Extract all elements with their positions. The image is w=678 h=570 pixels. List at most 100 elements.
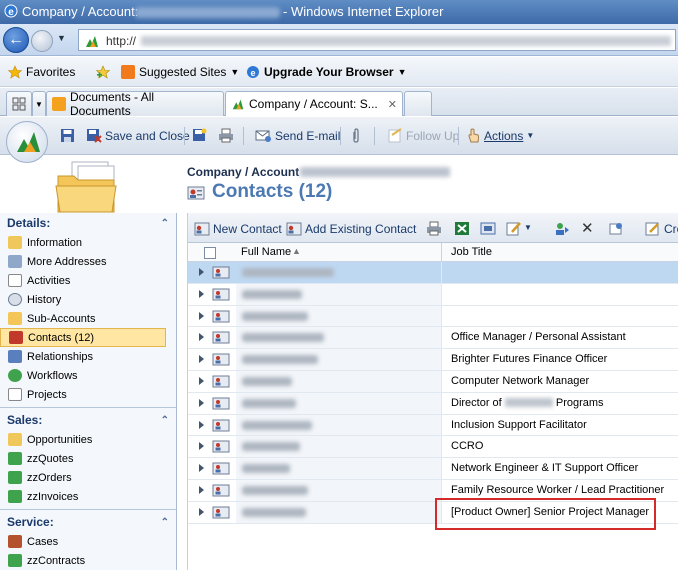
contacts-icon xyxy=(9,331,23,344)
actions-menu[interactable]: Actions ▼ xyxy=(466,128,534,143)
sales-section-header[interactable]: Sales: ⌃ xyxy=(0,410,176,430)
dynamics-crm-icon xyxy=(86,36,98,47)
suggested-sites-icon xyxy=(121,65,135,79)
table-row[interactable] xyxy=(188,283,678,306)
tab-documents[interactable]: Documents - All Documents xyxy=(46,90,224,118)
redacted-contact-name[interactable] xyxy=(242,420,312,430)
tab-list-dropdown[interactable]: ▼ xyxy=(32,91,46,116)
nav-item-label: Workflows xyxy=(27,369,78,382)
collapse-icon[interactable]: ⌃ xyxy=(161,415,169,426)
redacted-contact-name[interactable] xyxy=(242,333,324,343)
nav-item-activities[interactable]: Activities xyxy=(0,271,176,290)
column-divider xyxy=(441,283,442,305)
mail-merge-icon[interactable] xyxy=(480,221,496,236)
create-button[interactable]: Cre xyxy=(645,222,678,236)
print-button[interactable] xyxy=(218,128,234,143)
expand-row-icon[interactable] xyxy=(199,420,204,429)
nav-item-cases[interactable]: Cases xyxy=(0,532,176,551)
collapse-icon[interactable]: ⌃ xyxy=(161,218,169,229)
expand-row-icon[interactable] xyxy=(199,398,204,407)
expand-row-icon[interactable] xyxy=(199,268,204,276)
redacted-contact-name[interactable] xyxy=(242,507,306,517)
close-icon[interactable]: ✕ xyxy=(388,98,397,111)
left-navigation: Details: ⌃ Information More Addresses Ac… xyxy=(0,213,177,570)
table-row[interactable]: Network Engineer & IT Support Officer xyxy=(188,458,678,480)
follow-up-button[interactable]: Follow Up xyxy=(388,128,459,143)
table-row[interactable]: Brighter Futures Finance Officer xyxy=(188,349,678,371)
favorites-button[interactable]: Favorites xyxy=(8,65,75,79)
nav-item-sub-accounts[interactable]: Sub-Accounts xyxy=(0,309,176,328)
nav-item-projects[interactable]: Projects xyxy=(0,385,176,404)
expand-row-icon[interactable] xyxy=(199,507,204,516)
table-row[interactable] xyxy=(188,305,678,328)
expand-row-icon[interactable] xyxy=(199,376,204,385)
nav-item-contacts[interactable]: Contacts (12) xyxy=(0,328,166,347)
select-all-checkbox[interactable] xyxy=(204,247,216,259)
expand-row-icon[interactable] xyxy=(199,464,204,473)
nav-item-orders[interactable]: zzOrders xyxy=(0,468,176,487)
redacted-contact-name[interactable] xyxy=(242,442,300,452)
column-header-job-title[interactable]: Job Title xyxy=(451,246,492,258)
expand-row-icon[interactable] xyxy=(199,333,204,342)
delete-icon[interactable]: ✕ xyxy=(581,219,594,237)
nav-item-invoices[interactable]: zzInvoices xyxy=(0,487,176,506)
add-existing-contact-button[interactable]: Add Existing Contact xyxy=(286,222,416,236)
nav-item-workflows[interactable]: Workflows xyxy=(0,366,176,385)
edit-icon[interactable] xyxy=(506,221,522,236)
upgrade-browser-button[interactable]: e Upgrade Your Browser ▼ xyxy=(246,65,407,79)
redacted-contact-name[interactable] xyxy=(242,485,308,495)
expand-row-icon[interactable] xyxy=(199,289,204,298)
new-contact-button[interactable]: New Contact xyxy=(194,222,282,236)
history-dropdown-icon[interactable]: ▼ xyxy=(57,33,66,43)
suggested-sites-button[interactable]: Suggested Sites ▼ xyxy=(121,65,239,79)
nav-item-relationships[interactable]: Relationships xyxy=(0,347,176,366)
table-row[interactable]: Inclusion Support Facilitator xyxy=(188,414,678,437)
expand-row-icon[interactable] xyxy=(199,485,204,494)
redacted-contact-name[interactable] xyxy=(242,268,334,277)
nav-item-opportunities[interactable]: Opportunities xyxy=(0,430,176,449)
send-email-button[interactable]: Send E-mail xyxy=(255,128,340,143)
url-field[interactable]: http:// xyxy=(78,29,676,51)
redacted-contact-name[interactable] xyxy=(242,464,290,474)
highlight-annotation-box xyxy=(435,498,656,530)
collapse-icon[interactable]: ⌃ xyxy=(161,517,169,528)
share-icon[interactable] xyxy=(608,221,624,236)
forward-button[interactable] xyxy=(31,30,53,52)
tab-company-account[interactable]: Company / Account: S... ✕ xyxy=(225,91,403,116)
details-section-header[interactable]: Details: ⌃ xyxy=(0,213,176,233)
table-row[interactable]: Director of Programs xyxy=(188,392,678,415)
nav-item-quotes[interactable]: zzQuotes xyxy=(0,449,176,468)
column-header-full-name[interactable]: Full Name xyxy=(241,246,291,258)
redacted-contact-name[interactable] xyxy=(242,398,296,408)
redacted-contact-name[interactable] xyxy=(242,311,308,321)
add-favorites-button[interactable] xyxy=(96,65,110,79)
redacted-contact-name[interactable] xyxy=(242,355,318,365)
attach-button[interactable] xyxy=(351,128,361,144)
excel-export-icon[interactable] xyxy=(454,221,470,236)
chevron-down-icon[interactable]: ▼ xyxy=(524,223,532,232)
assign-icon[interactable] xyxy=(554,221,570,236)
save-and-close-button[interactable]: Save and Close xyxy=(86,128,190,143)
table-row[interactable] xyxy=(188,262,678,284)
table-row[interactable]: Office Manager / Personal Assistant xyxy=(188,327,678,350)
save-new-button[interactable] xyxy=(192,128,207,143)
redacted-contact-name[interactable] xyxy=(242,376,292,386)
nav-item-history[interactable]: History xyxy=(0,290,176,309)
expand-row-icon[interactable] xyxy=(199,442,204,451)
save-button[interactable] xyxy=(60,128,75,143)
new-tab-button[interactable] xyxy=(404,91,432,116)
quick-tabs-button[interactable] xyxy=(6,91,32,116)
print-icon[interactable] xyxy=(426,221,442,236)
table-row[interactable]: Computer Network Manager xyxy=(188,370,678,393)
redacted-contact-name[interactable] xyxy=(242,289,302,299)
table-row[interactable]: CCRO xyxy=(188,436,678,459)
expand-row-icon[interactable] xyxy=(199,311,204,320)
back-button[interactable]: ← xyxy=(3,27,29,53)
nav-item-information[interactable]: Information xyxy=(0,233,176,252)
expand-row-icon[interactable] xyxy=(199,355,204,364)
service-section-header[interactable]: Service: ⌃ xyxy=(0,512,176,532)
column-divider[interactable] xyxy=(441,243,442,262)
dynamics-crm-icon xyxy=(232,99,244,110)
nav-item-more-addresses[interactable]: More Addresses xyxy=(0,252,176,271)
nav-item-contracts[interactable]: zzContracts xyxy=(0,551,176,570)
